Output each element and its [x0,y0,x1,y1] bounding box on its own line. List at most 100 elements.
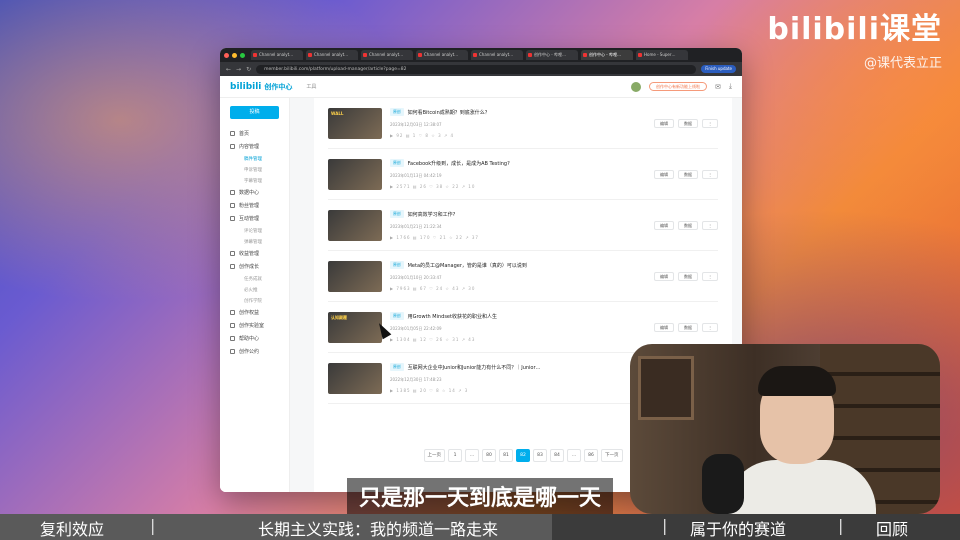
publish-date: 2023年01月21日 21:22:34 [390,224,442,229]
notice-pill[interactable]: 创作中心有新功能上线啦 [649,82,708,91]
sidebar-item[interactable]: 创作学院 [220,295,289,306]
edit-button[interactable]: 编辑 [654,271,674,281]
data-button[interactable]: 数据 [678,271,698,281]
browser-tab[interactable]: Channel analyt… [361,50,413,60]
chapter-3[interactable]: 属于你的赛道 [690,516,786,540]
sidebar-item[interactable]: 弹幕管理 [220,236,289,247]
page-button[interactable]: … [567,449,581,462]
sidebar-item[interactable]: 创作成长 [220,260,289,273]
page-button[interactable]: … [465,449,479,462]
browser-urlbar: ← → ↻ member.bilibili.com/platform/uploa… [220,62,742,76]
browser-tab-active[interactable]: 创作中心 - 哔哩… [581,50,633,60]
sidebar-item[interactable]: 必火推 [220,284,289,295]
app-header: bilibili 创作中心 工具 创作中心有新功能上线啦 ✉ ⤓ [220,76,742,98]
edit-button[interactable]: 编辑 [654,169,674,179]
address-input[interactable]: member.bilibili.com/platform/upload-mana… [256,64,697,74]
sidebar-item[interactable]: 互动管理 [220,212,289,225]
browser-tab[interactable]: Home - Super… [636,50,688,60]
more-icon[interactable]: ⋮ [702,271,718,281]
page-button[interactable]: 下一页 [601,449,623,462]
reload-icon[interactable]: ↻ [246,66,251,73]
video-title[interactable]: 用Growth Mindset收获花的职业和人生 [408,313,497,320]
upload-button[interactable]: 投稿 [230,106,279,119]
avatar[interactable] [631,81,642,92]
sidebar-item[interactable]: 粉丝管理 [220,199,289,212]
back-icon[interactable]: ← [226,66,231,73]
video-thumbnail[interactable] [328,362,382,394]
video-title[interactable]: 如何看Bitcoin成熟期？到底涨什么？ [408,109,490,116]
download-icon[interactable]: ⤓ [729,82,732,91]
page-button[interactable]: 80 [482,449,496,462]
browser-tab[interactable]: 创作中心 - 哔哩… [526,50,578,60]
video-thumbnail[interactable] [328,209,382,241]
video-title[interactable]: 如何高效学习和工作? [408,211,456,218]
menu-icon [230,216,235,221]
page-button[interactable]: 82 [516,449,530,462]
sidebar-item[interactable]: 评论管理 [220,225,289,236]
sidebar-item[interactable]: 收益管理 [220,247,289,260]
update-button[interactable]: Finish update [701,65,736,73]
chapter-2[interactable]: 长期主义实践：我的频道一路走来 [258,516,498,540]
sidebar-item[interactable]: 内容管理 [220,140,289,153]
sidebar-item[interactable]: 稿件管理 [220,153,289,164]
data-button[interactable]: 数据 [678,118,698,128]
page-button[interactable]: 86 [584,449,598,462]
video-title[interactable]: Facebook升级到，成长，是成为AB Testing? [408,160,510,167]
page-button[interactable]: 81 [499,449,513,462]
video-thumbnail[interactable] [328,260,382,292]
maximize-window-icon[interactable] [240,52,245,58]
browser-tab[interactable]: Channel analyt… [416,50,468,60]
data-button[interactable]: 数据 [678,322,698,332]
menu-icon [230,349,235,354]
data-button[interactable]: 数据 [678,169,698,179]
sidebar-item-label: 首页 [239,131,250,137]
forward-icon[interactable]: → [236,66,241,73]
video-thumbnail[interactable]: WALL [328,107,382,139]
menu-icon [230,131,235,136]
browser-tabbar: Channel analyt… Channel analyt… Channel … [220,48,742,62]
video-title[interactable]: Meta的员工@Manager，管的是谁（真的）可以说到 [408,262,527,269]
sidebar-item[interactable]: 数据中心 [220,186,289,199]
chapter-4[interactable]: 回顾 [876,516,908,540]
edit-button[interactable]: 编辑 [654,118,674,128]
sidebar-item-label: 创作成长 [239,264,260,270]
subtitle: 只是那一天到底是哪一天 [0,478,960,514]
sidebar-item-label: 粉丝管理 [239,203,260,209]
edit-button[interactable]: 编辑 [654,220,674,230]
more-icon[interactable]: ⋮ [702,220,718,230]
mail-icon[interactable]: ✉ [715,83,721,91]
video-thumbnail[interactable]: 认知颠覆 [328,311,382,343]
browser-tab[interactable]: Channel analyt… [471,50,523,60]
data-button[interactable]: 数据 [678,220,698,230]
browser-tab[interactable]: Channel analyt… [306,50,358,60]
page-button[interactable]: 1 [448,449,462,462]
app-logo[interactable]: bilibili [230,82,261,92]
close-window-icon[interactable] [224,52,229,58]
sidebar-item[interactable]: 字幕管理 [220,175,289,186]
video-row: 原创 Facebook升级到，成长，是成为AB Testing? 2023年01月1… [328,149,718,200]
publish-date: 2023年01月10日 20:33:47 [390,275,442,280]
more-icon[interactable]: ⋮ [702,322,718,332]
more-icon[interactable]: ⋮ [702,118,718,128]
sidebar-item[interactable]: 首页 [220,127,289,140]
chapter-1[interactable]: 复利效应 [40,516,104,540]
more-icon[interactable]: ⋮ [702,169,718,179]
sidebar-item[interactable]: 创作实验室 [220,319,289,332]
video-thumbnail[interactable] [328,158,382,190]
tools-link[interactable]: 工具 [306,83,316,90]
page-button[interactable]: 83 [533,449,547,462]
page-button[interactable]: 84 [550,449,564,462]
minimize-window-icon[interactable] [232,52,237,58]
sidebar-item[interactable]: 帮助中心 [220,332,289,345]
sidebar-item-label: 创作学院 [244,298,262,304]
browser-tab[interactable]: Channel analyt… [251,50,303,60]
channel-handle: @课代表立正 [863,56,942,71]
sidebar-item[interactable]: 创作公约 [220,345,289,358]
edit-button[interactable]: 编辑 [654,322,674,332]
sidebar-item[interactable]: 任务成就 [220,273,289,284]
sidebar-item[interactable]: 申诉管理 [220,164,289,175]
video-title[interactable]: 互联网大企业中Junior和Junior能力有什么不同？｜Junior… [408,364,541,371]
original-tag: 原创 [390,312,404,320]
page-button[interactable]: 上一页 [423,449,445,462]
sidebar-item[interactable]: 创作权益 [220,306,289,319]
